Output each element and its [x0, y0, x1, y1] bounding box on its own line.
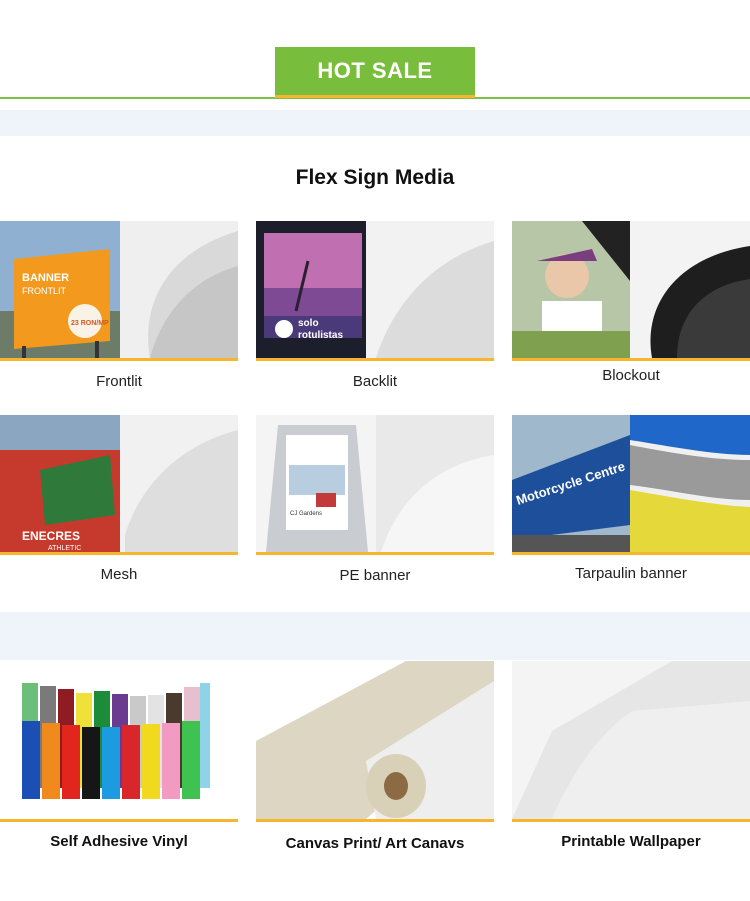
product-label: Frontlit: [96, 373, 142, 390]
product-label: Tarpaulin banner: [575, 565, 687, 582]
product-card-mesh[interactable]: ENECRES ATHLETIC Mesh: [0, 415, 238, 590]
product-label: Backlit: [352, 373, 398, 390]
card-accent-bar: [256, 358, 494, 361]
product-label: Mesh: [100, 566, 138, 583]
hot-sale-banner: HOT SALE: [275, 47, 475, 98]
frontlit-sign-text-2: FRONTLIT: [22, 286, 67, 296]
band-top: [0, 110, 750, 136]
backlit-photo: solo rotulistas: [256, 221, 494, 358]
pe-sign-text: CJ Gardens: [290, 511, 322, 517]
card-accent-bar: [256, 552, 494, 555]
product-label: Printable Wallpaper: [561, 833, 701, 850]
product-card-blockout[interactable]: Blockout: [512, 221, 750, 396]
mesh-sign-text-2: ATHLETIC: [48, 545, 81, 552]
wallpaper-photo: [512, 661, 750, 819]
product-card-tarpaulin[interactable]: Motorcycle Centre Tarpaulin banner: [512, 415, 750, 590]
band-middle: [0, 612, 750, 660]
frontlit-photo: BANNER FRONTLIT 23 RON/MP: [0, 221, 238, 358]
product-label: Canvas Print/ Art Canavs: [285, 835, 465, 852]
card-accent-bar: [0, 358, 238, 361]
product-card-printable-wallpaper[interactable]: Printable Wallpaper: [512, 661, 750, 861]
product-card-frontlit[interactable]: BANNER FRONTLIT 23 RON/MP Frontlit: [0, 221, 238, 396]
card-accent-bar: [0, 552, 238, 555]
product-card-backlit[interactable]: solo rotulistas Backlit: [256, 221, 494, 396]
canvas-photo: [256, 661, 494, 819]
tarpaulin-photo: Motorcycle Centre: [512, 415, 750, 552]
card-accent-bar: [0, 819, 238, 822]
mesh-photo: ENECRES ATHLETIC: [0, 415, 238, 552]
mesh-sign-text-1: ENECRES: [22, 529, 80, 543]
pe-banner-photo: CJ Gardens: [256, 415, 494, 552]
section-title: Flex Sign Media: [295, 166, 455, 189]
card-accent-bar: [256, 819, 494, 822]
frontlit-price-text: 23 RON/MP: [71, 320, 109, 327]
blockout-photo: [512, 221, 750, 358]
product-card-pe-banner[interactable]: CJ Gardens PE banner: [256, 415, 494, 590]
product-card-canvas[interactable]: Canvas Print/ Art Canavs: [256, 661, 494, 861]
card-accent-bar: [512, 819, 750, 822]
product-card-self-adhesive-vinyl[interactable]: Self Adhesive Vinyl: [0, 661, 238, 861]
product-label: PE banner: [339, 567, 411, 584]
product-label: Self Adhesive Vinyl: [50, 833, 188, 850]
vinyl-photo: [0, 661, 238, 819]
card-accent-bar: [512, 358, 750, 361]
frontlit-sign-text-1: BANNER: [22, 272, 69, 284]
backlit-sign-text-2: rotulistas: [298, 330, 343, 341]
product-label: Blockout: [602, 367, 660, 384]
card-accent-bar: [512, 552, 750, 555]
backlit-sign-text-1: solo: [298, 318, 319, 329]
